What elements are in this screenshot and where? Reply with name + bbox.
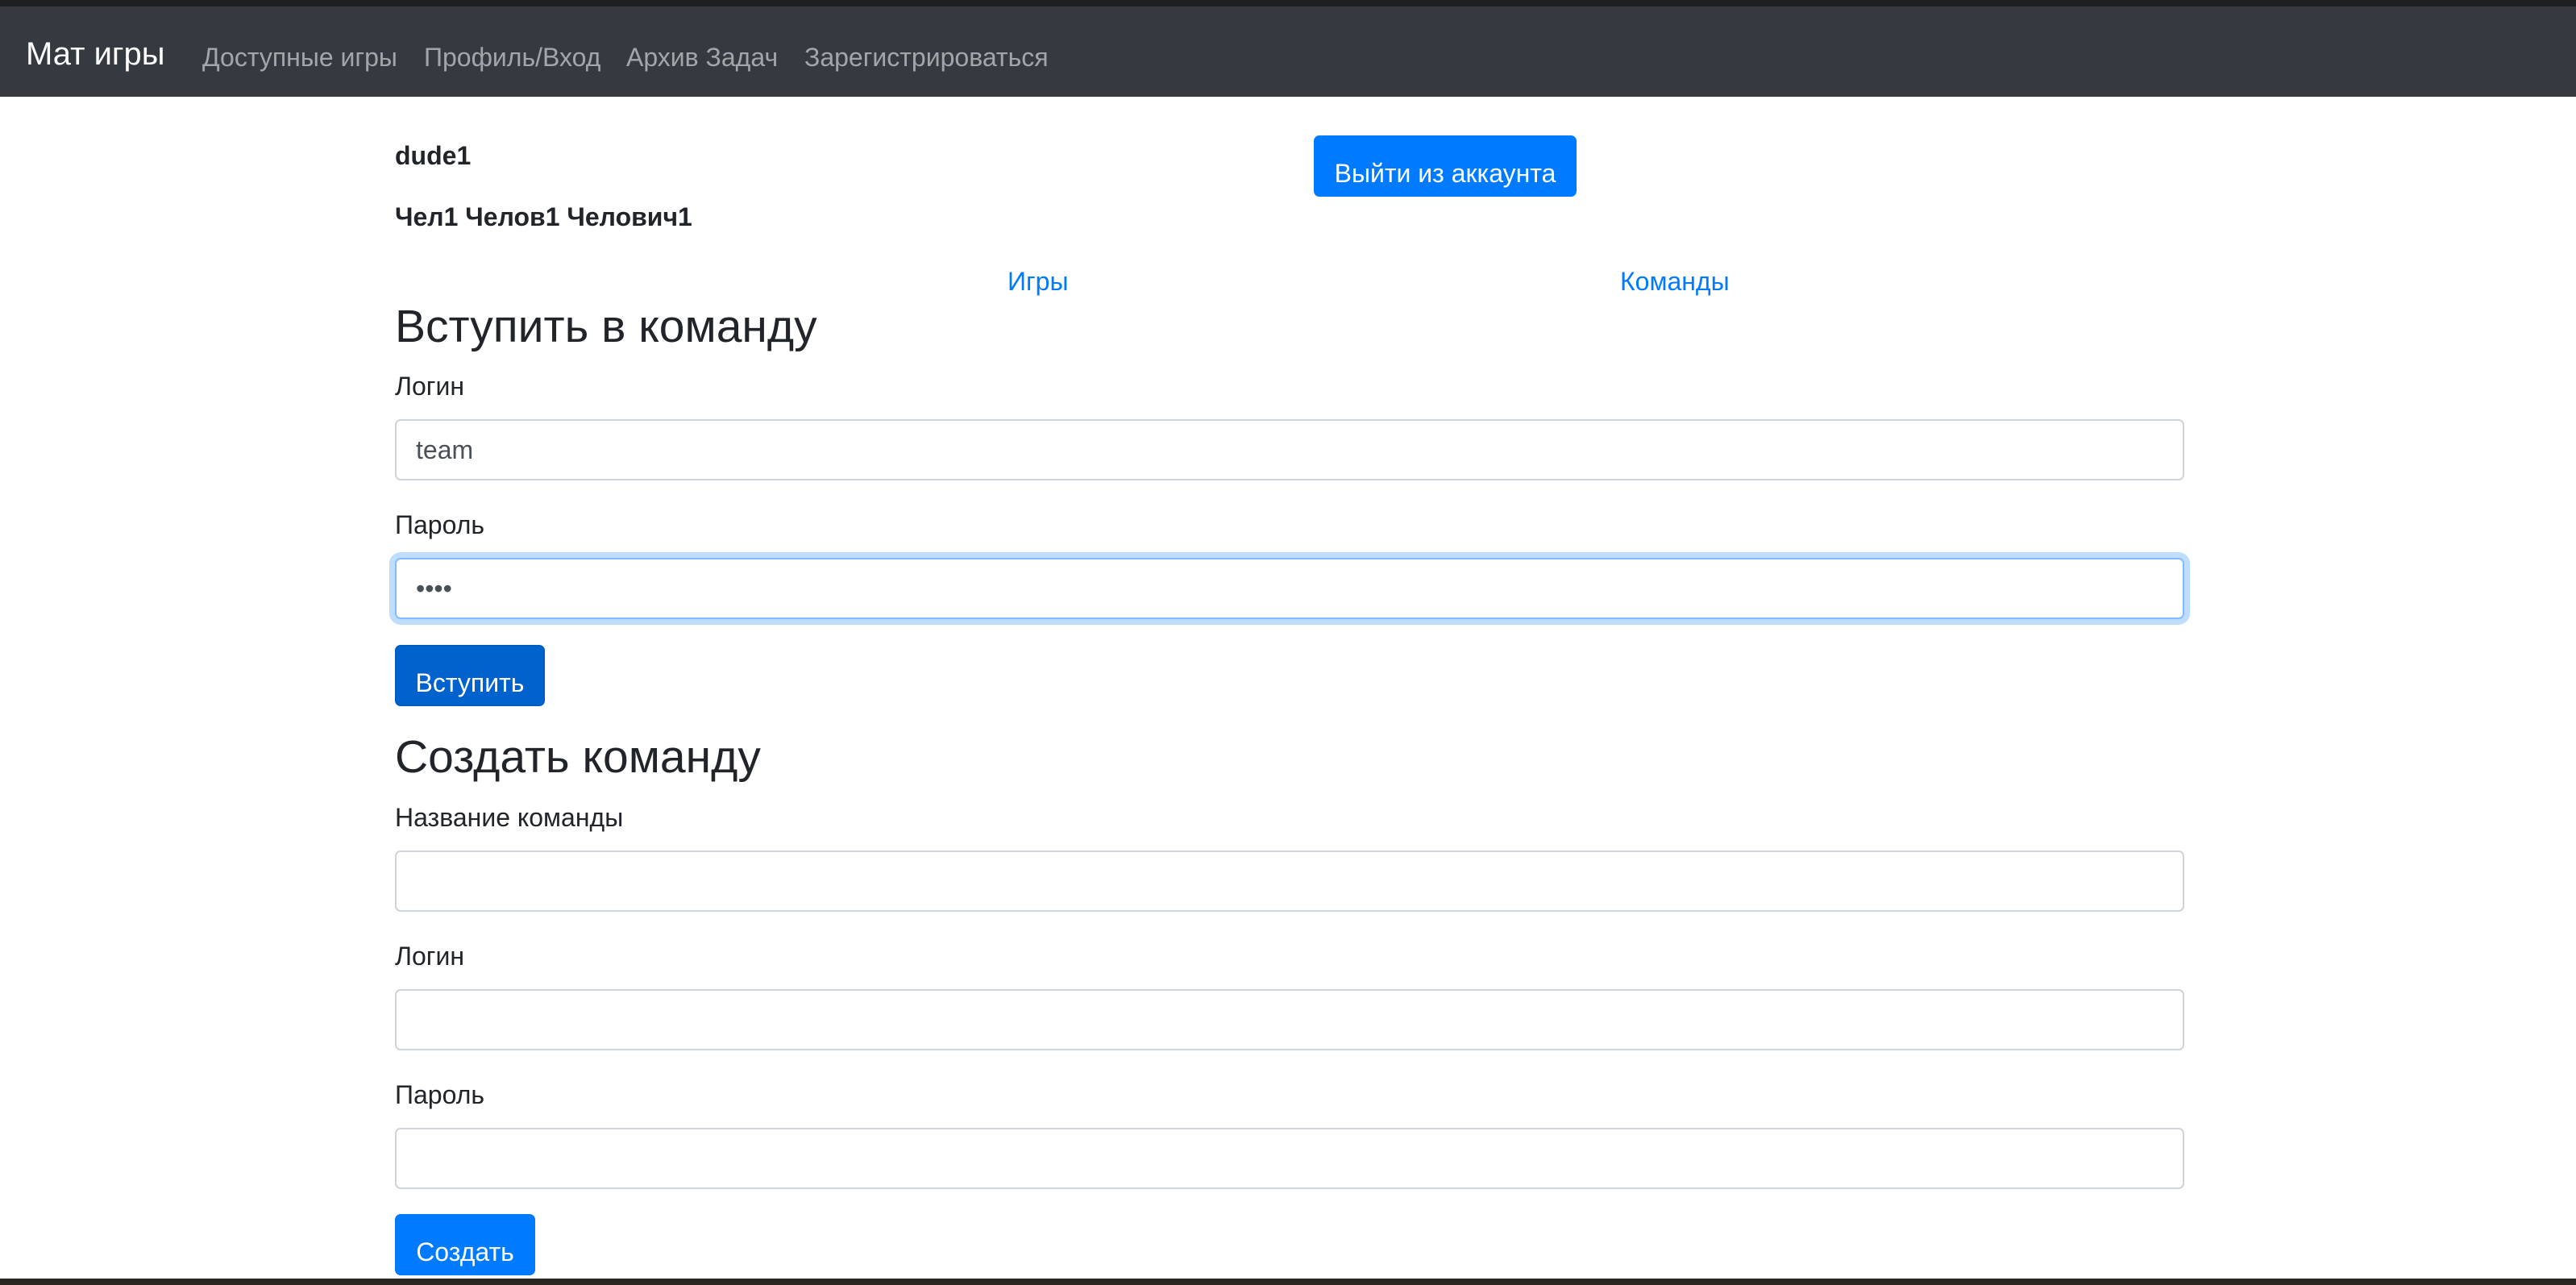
create-team-heading: Создать команду [395, 731, 761, 783]
create-login-input[interactable] [395, 989, 2184, 1050]
user-full-name: Чел1 Челов1 Челович1 [395, 202, 692, 231]
team-name-input[interactable] [395, 850, 2184, 912]
user-login: dude1 [395, 141, 472, 170]
nav-link-available-games[interactable]: Доступные игры [202, 42, 397, 73]
join-password-label: Пароль [395, 510, 485, 539]
nav-link-register[interactable]: Зарегистрироваться [804, 42, 1049, 73]
join-team-heading: Вступить в команду [395, 301, 817, 352]
team-name-label: Название команды [395, 803, 624, 832]
create-login-label: Логин [395, 942, 465, 971]
logout-button[interactable]: Выйти из аккаунта [1314, 135, 1577, 197]
nav-link-profile-login[interactable]: Профиль/Вход [424, 42, 600, 73]
page: Мат игры Доступные игры Профиль/Вход Арх… [0, 0, 2576, 1285]
join-team-button[interactable]: Вступить [395, 645, 545, 706]
join-login-label: Логин [395, 372, 465, 401]
nav-link-task-archive[interactable]: Архив Задач [626, 42, 778, 73]
join-password-input[interactable] [395, 558, 2184, 619]
tab-teams[interactable]: Команды [1620, 266, 1730, 297]
navbar-brand[interactable]: Мат игры [26, 35, 165, 73]
tab-games[interactable]: Игры [1008, 266, 1068, 297]
window-bottom-edge [0, 1279, 2576, 1285]
top-navbar: Мат игры Доступные игры Профиль/Вход Арх… [0, 6, 2576, 97]
window-top-edge [0, 0, 2576, 6]
create-password-label: Пароль [395, 1080, 485, 1109]
create-password-input[interactable] [395, 1128, 2184, 1189]
create-team-button[interactable]: Создать [395, 1214, 535, 1275]
join-login-input[interactable] [395, 419, 2184, 480]
